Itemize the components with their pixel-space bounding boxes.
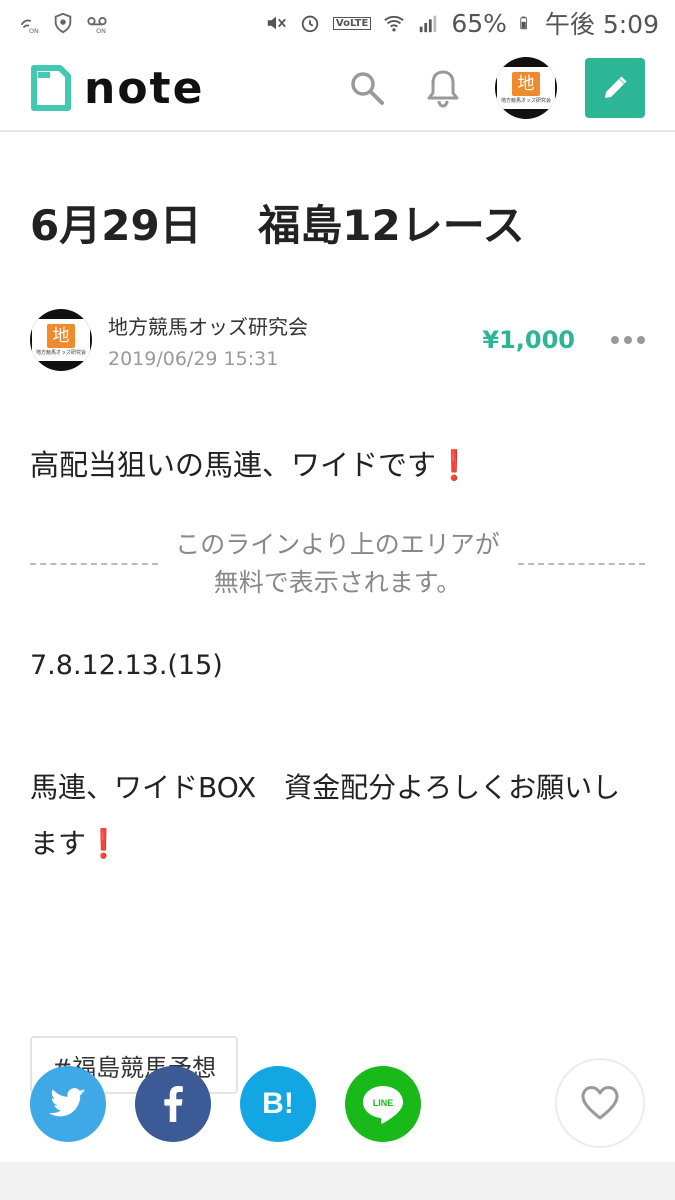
exclamation-icon: ❗ [436,448,473,482]
app-header: note 地 地方競馬オッズ研究会 [0,46,675,132]
author-avatar-caption: 地方競馬オッズ研究会 [35,350,86,356]
avatar-image: 地 地方競馬オッズ研究会 [497,67,555,109]
brand-text: note [84,62,205,114]
status-time: 午後 5:09 [544,10,659,39]
paywall-line-2: 無料で表示されます。 [213,568,462,597]
like-button[interactable] [555,1058,645,1148]
mute-icon [267,16,286,30]
avatar-caption: 地方競馬オッズ研究会 [500,98,551,104]
compose-button[interactable] [585,58,645,118]
note-logo-icon [31,65,71,111]
volte-icon: VoLTE [332,16,372,30]
author-avatar-kanji: 地 [47,324,75,348]
twitter-icon [49,1088,86,1117]
brand[interactable]: note [30,63,204,114]
paywall-dash-left [30,563,158,565]
post-date: 2019/06/29 15:31 [108,347,279,370]
user-avatar[interactable]: 地 地方競馬オッズ研究会 [495,57,557,119]
voicemail-icon: ON [87,17,107,34]
shield-icon [54,12,72,34]
search-button[interactable] [347,68,387,108]
body-numbers: 7.8.12.13.(15) [30,650,223,681]
bottom-strip [0,1162,675,1200]
paywall-divider: このラインより上のエリアが 無料で表示されます。 [30,528,645,600]
battery-icon [520,16,527,30]
heart-icon [581,1086,619,1120]
twitter-share-button[interactable] [30,1066,106,1142]
author-meta: 地方競馬オッズ研究会 2019/06/29 15:31 [108,311,308,370]
author-avatar-image: 地 地方競馬オッズ研究会 [32,319,90,361]
status-left: ON ON [18,12,108,34]
line-share-button[interactable]: LINE [345,1066,421,1142]
status-bar: ON ON VoLTE 65% 午後 5:09 [0,0,675,46]
line-label: LINE [373,1098,394,1108]
author-row: 地 地方競馬オッズ研究会 地方競馬オッズ研究会 2019/06/29 15:31… [30,308,645,372]
wifi-calling-icon: ON [20,19,39,34]
author-avatar[interactable]: 地 地方競馬オッズ研究会 [30,309,92,371]
signal-icon [420,15,437,33]
facebook-share-button[interactable] [135,1066,211,1142]
facebook-icon [164,1086,183,1122]
avatar-kanji: 地 [512,72,540,96]
search-icon [351,72,384,105]
alarm-icon [301,15,319,33]
paywall-notice: このラインより上のエリアが 無料で表示されます。 [158,526,518,602]
hatena-share-button[interactable]: B! [240,1066,316,1142]
exclamation-icon-2: ❗ [86,827,121,860]
body-paragraph: 馬連、ワイドBOX 資金配分よろしくお願いします❗ [30,760,645,872]
author-name[interactable]: 地方競馬オッズ研究会 [108,311,308,340]
paywall-line-1: このラインより上のエリアが [175,530,500,559]
line-icon: LINE [363,1086,403,1124]
battery-percent: 65% [451,8,507,38]
wifi-icon [384,15,405,32]
more-options-icon[interactable] [611,336,645,344]
hatena-bookmark-icon: B! [262,1087,294,1120]
lead-text: 高配当狙いの馬連、ワイドです❗ [30,442,472,484]
lead-text-body: 高配当狙いの馬連、ワイドです [30,448,437,482]
notifications-button[interactable] [423,66,463,110]
article-title: 6月29日 福島12レース [30,201,525,250]
bell-icon [427,70,459,108]
status-right: VoLTE 65% 午後 5:09 [265,5,659,41]
svg-text:ON: ON [29,27,39,34]
svg-text:ON: ON [96,27,106,34]
header-actions: 地 地方競馬オッズ研究会 [347,57,645,119]
pencil-icon [605,76,627,98]
price-label: ¥1,000 [482,326,575,354]
share-bar: B! LINE [30,1058,645,1148]
paywall-dash-right [517,563,645,565]
